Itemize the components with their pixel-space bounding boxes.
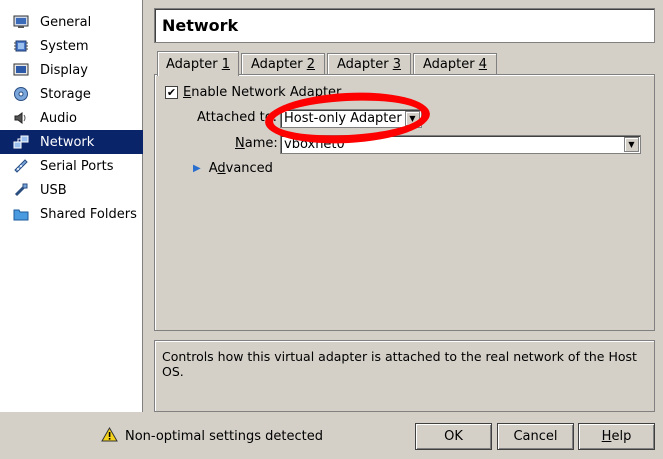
enable-adapter-checkbox-row[interactable]: ✔ Enable Network Adapter xyxy=(165,85,341,100)
tab-label: Adapter 1 xyxy=(166,56,230,72)
tab-adapter-4[interactable]: Adapter 4 xyxy=(413,53,497,75)
sidebar-item-label: USB xyxy=(40,182,67,198)
tab-adapter-2[interactable]: Adapter 2 xyxy=(241,53,325,75)
chevron-down-icon: ▼ xyxy=(624,137,639,152)
attached-to-label: Attached to: xyxy=(197,110,278,125)
sidebar-item-label: Display xyxy=(40,62,88,78)
description-text: Controls how this virtual adapter is att… xyxy=(162,349,637,379)
sidebar-item-system[interactable]: System xyxy=(0,34,143,58)
name-label: Name: xyxy=(235,136,278,151)
help-button[interactable]: Help xyxy=(578,423,655,450)
folder-icon xyxy=(12,205,30,223)
display-icon xyxy=(12,61,30,79)
sidebar-item-label: Audio xyxy=(40,110,77,126)
sidebar-item-storage[interactable]: Storage xyxy=(0,82,143,106)
settings-warning[interactable]: Non-optimal settings detected xyxy=(101,426,323,446)
warning-text: Non-optimal settings detected xyxy=(125,429,323,444)
sidebar-item-label: General xyxy=(40,14,92,30)
serial-port-icon xyxy=(12,157,30,175)
tab-adapter-1[interactable]: Adapter 1 xyxy=(157,51,239,76)
advanced-label: Advanced xyxy=(208,161,273,176)
settings-sidebar: General System Display Storage Audio Net… xyxy=(0,0,143,412)
cancel-button[interactable]: Cancel xyxy=(497,423,574,450)
disk-icon xyxy=(12,85,30,103)
attached-to-select[interactable]: Host-only Adapter ▼ xyxy=(280,109,422,128)
adapter-name-value: vboxnet0 xyxy=(284,137,345,152)
sidebar-item-label: System xyxy=(40,38,89,54)
help-label: Help xyxy=(601,429,632,444)
enable-adapter-label: Enable Network Adapter xyxy=(183,85,342,100)
sidebar-item-label: Storage xyxy=(40,86,91,102)
expand-triangle-icon: ▶ xyxy=(193,163,201,174)
warning-icon xyxy=(101,426,118,446)
sidebar-item-label: Serial Ports xyxy=(40,158,114,174)
adapter-name-select[interactable]: vboxnet0 ▼ xyxy=(280,135,641,154)
sidebar-item-audio[interactable]: Audio xyxy=(0,106,143,130)
sidebar-item-network[interactable]: Network xyxy=(0,130,143,154)
sidebar-item-general[interactable]: General xyxy=(0,10,143,34)
tab-label: Adapter 2 xyxy=(251,57,315,72)
sidebar-item-label: Network xyxy=(40,134,95,150)
sidebar-item-serial-ports[interactable]: Serial Ports xyxy=(0,154,143,178)
sidebar-item-display[interactable]: Display xyxy=(0,58,143,82)
enable-adapter-checkbox[interactable]: ✔ xyxy=(165,86,178,99)
chevron-down-icon: ▼ xyxy=(405,111,420,126)
tab-label: Adapter 3 xyxy=(337,57,401,72)
monitor-icon xyxy=(12,13,30,31)
tab-adapter-3[interactable]: Adapter 3 xyxy=(327,53,411,75)
sidebar-item-label: Shared Folders xyxy=(40,206,137,222)
usb-icon xyxy=(12,181,30,199)
network-icon xyxy=(12,133,30,151)
attached-to-value: Host-only Adapter xyxy=(284,111,402,126)
tab-label: Adapter 4 xyxy=(423,57,487,72)
speaker-icon xyxy=(12,109,30,127)
description-box: Controls how this virtual adapter is att… xyxy=(154,340,655,412)
ok-button[interactable]: OK xyxy=(415,423,492,450)
sidebar-item-shared-folders[interactable]: Shared Folders xyxy=(0,202,143,226)
chip-icon xyxy=(12,37,30,55)
page-title: Network xyxy=(154,8,655,43)
advanced-expander[interactable]: ▶ Advanced xyxy=(193,161,273,176)
sidebar-item-usb[interactable]: USB xyxy=(0,178,143,202)
